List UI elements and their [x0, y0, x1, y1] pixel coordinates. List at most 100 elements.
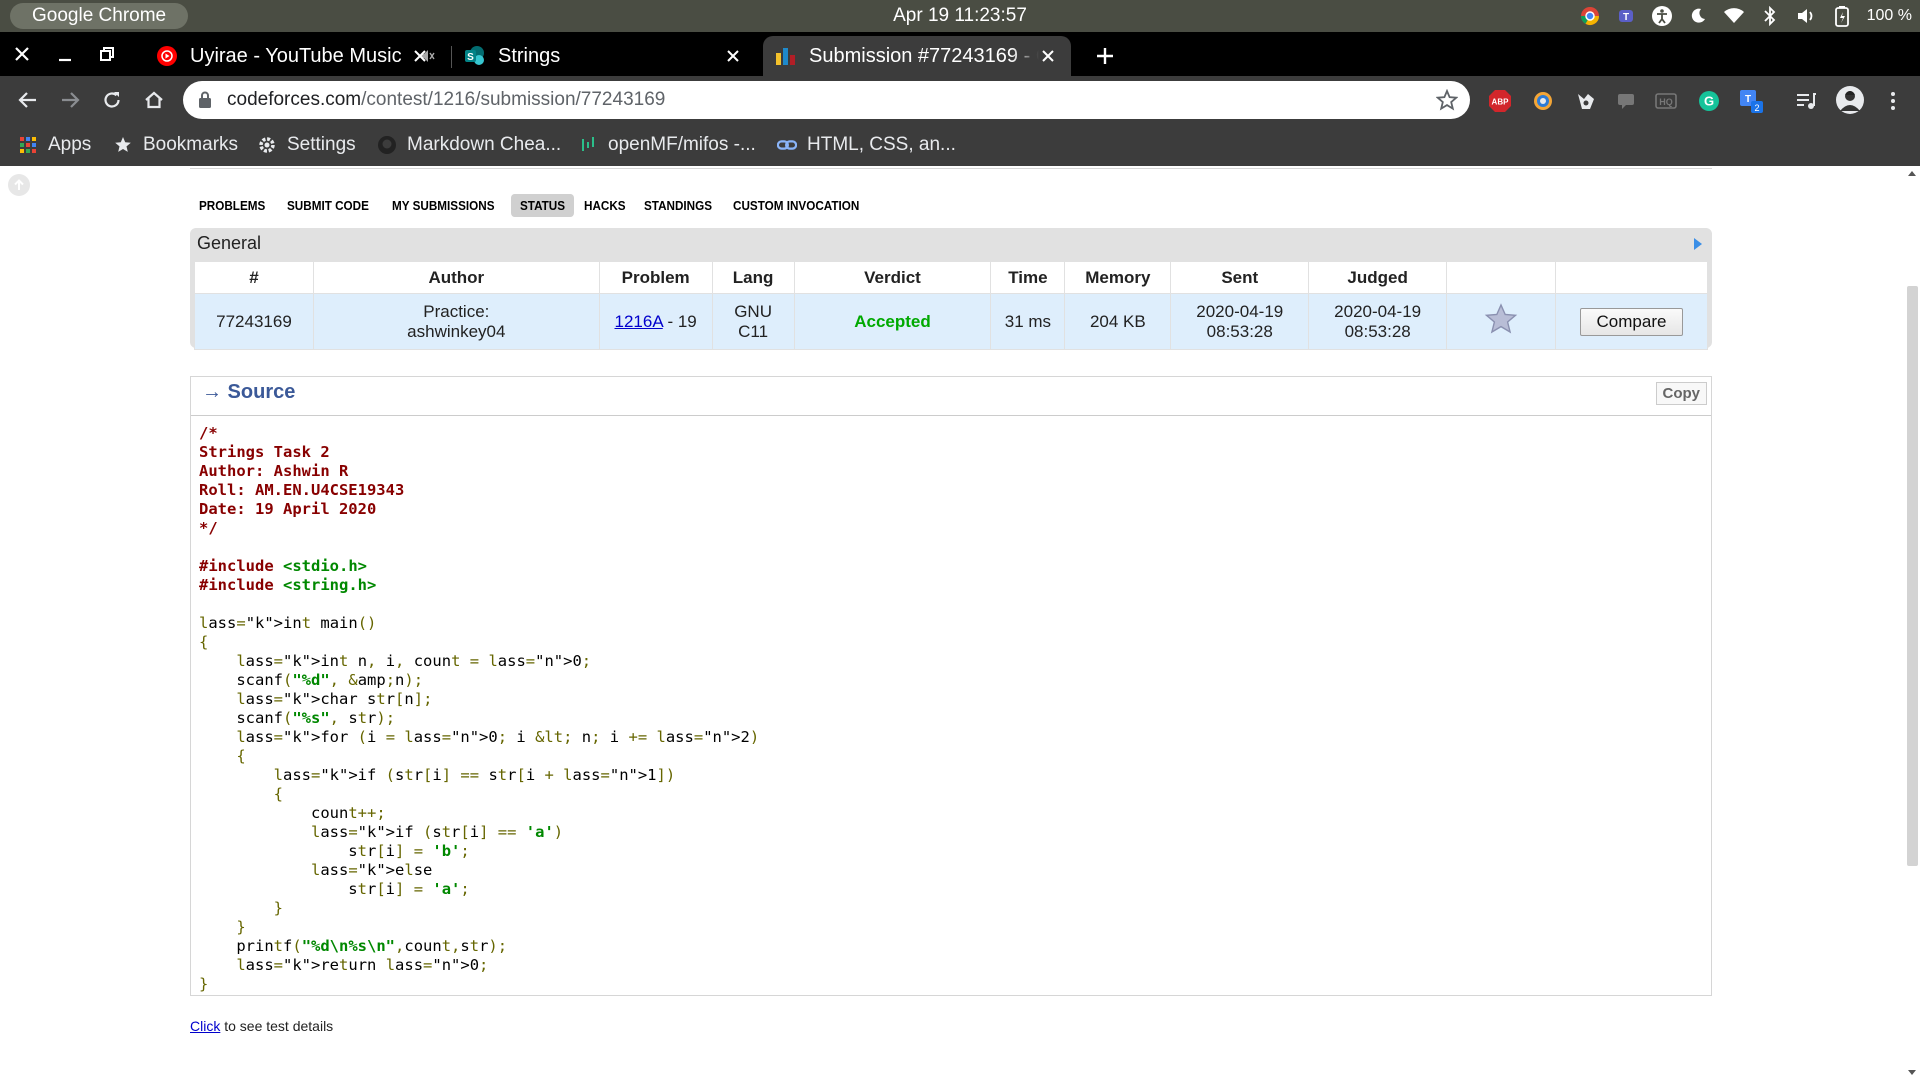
test-details-link[interactable]: Click	[190, 1018, 220, 1034]
code-line: Strings Task 2	[199, 443, 330, 461]
extension-globe-icon[interactable]	[1530, 88, 1556, 114]
reload-button[interactable]	[94, 82, 130, 118]
new-tab-button[interactable]	[1085, 36, 1125, 76]
chrome-menu-button[interactable]	[1880, 88, 1906, 114]
extension-fox-icon[interactable]	[1573, 88, 1599, 114]
tab-close-button[interactable]	[409, 45, 431, 67]
profile-avatar[interactable]	[1835, 85, 1865, 115]
column-header: Time	[990, 261, 1066, 294]
back-button[interactable]	[10, 82, 46, 118]
bookmark-html-css[interactable]: HTML, CSS, an...	[777, 124, 956, 166]
code-line: str[i] = 'a';	[199, 880, 470, 898]
column-header: Memory	[1064, 261, 1172, 294]
wifi-icon[interactable]	[1723, 5, 1745, 27]
url-text[interactable]: codeforces.com/contest/1216/submission/7…	[227, 81, 665, 119]
arrow-left-icon	[18, 92, 36, 108]
tab-submission[interactable]: Submission #77243169 - C	[763, 36, 1071, 76]
lang-line-2: C11	[738, 321, 769, 341]
contest-menu: PROBLEMS SUBMIT CODE MY SUBMISSIONS STAT…	[190, 192, 879, 218]
svg-text:ABP: ABP	[1492, 98, 1510, 107]
forward-button[interactable]	[52, 82, 88, 118]
tab-title: Submission #77243169 - C	[809, 44, 1039, 67]
code-line: /*	[199, 424, 218, 442]
source-title[interactable]: → Source	[202, 381, 295, 404]
problem-link[interactable]: 1216A	[615, 312, 663, 331]
bookmark-apps[interactable]: Apps	[18, 124, 91, 166]
back-to-top-button[interactable]	[8, 174, 30, 196]
lang-line-1: GNU	[734, 301, 772, 321]
compare-cell: Compare	[1555, 293, 1708, 350]
compare-button[interactable]: Compare	[1579, 307, 1684, 336]
source-code: /* Strings Task 2 Author: Ashwin R Roll: AM…	[199, 424, 1703, 994]
scrollbar-thumb[interactable]	[1907, 286, 1918, 866]
extension-chat-icon[interactable]	[1613, 88, 1639, 114]
bluetooth-icon[interactable]	[1759, 5, 1781, 27]
menu-problems[interactable]: PROBLEMS	[190, 194, 274, 217]
problem-suffix: - 19	[662, 311, 697, 331]
bookmark-star-button[interactable]	[1435, 88, 1459, 116]
bookmark-label: Settings	[287, 134, 356, 155]
bookmark-settings[interactable]: Settings	[257, 124, 356, 166]
gear-icon	[257, 135, 277, 155]
tab-close-button[interactable]	[722, 45, 744, 67]
chrome-tray-icon[interactable]	[1579, 5, 1601, 27]
sent-date: 2020-04-19	[1196, 301, 1284, 321]
browser-toolbar: codeforces.com/contest/1216/submission/7…	[0, 76, 1920, 124]
submission-time: 31 ms	[990, 293, 1066, 350]
column-header	[1555, 261, 1708, 294]
home-button[interactable]	[136, 82, 172, 118]
menu-status[interactable]: STATUS	[510, 193, 574, 217]
column-header: #	[194, 261, 314, 294]
copy-button[interactable]: Copy	[1655, 382, 1707, 405]
close-window-button[interactable]	[5, 32, 39, 76]
menu-submit-code[interactable]: SUBMIT CODE	[278, 194, 378, 217]
url-path: /contest/1216/submission/77243169	[361, 89, 666, 110]
battery-icon[interactable]	[1831, 5, 1853, 27]
tab-close-button[interactable]	[1037, 45, 1059, 67]
svg-text:T: T	[1745, 94, 1751, 105]
battery-percent: 100 %	[1866, 7, 1912, 24]
menu-standings[interactable]: STANDINGS	[635, 194, 721, 217]
restore-window-button[interactable]	[90, 32, 124, 76]
grammarly-icon[interactable]: G	[1696, 88, 1722, 114]
submission-general-panel: General # Author Problem Lang Verdict Ti…	[190, 228, 1712, 350]
media-controls-icon[interactable]	[1793, 88, 1819, 114]
bookmark-markdown[interactable]: Markdown Chea...	[377, 124, 561, 166]
teams-tray-icon[interactable]: T	[1615, 5, 1637, 27]
menu-custom-invocation[interactable]: CUSTOM INVOCATION	[724, 194, 868, 217]
link-icon	[777, 135, 797, 155]
menu-my-submissions[interactable]: MY SUBMISSIONS	[383, 194, 504, 217]
sent-time: 08:53:28	[1206, 321, 1273, 341]
extension-translate-icon[interactable]: T2	[1739, 88, 1765, 114]
code-line: {	[273, 785, 283, 803]
accessibility-icon[interactable]	[1651, 5, 1673, 27]
bookmark-bookmarks[interactable]: Bookmarks	[113, 124, 238, 166]
adblock-plus-icon[interactable]: ABP	[1487, 88, 1513, 114]
submission-memory: 204 KB	[1064, 293, 1172, 350]
page-scrollbar[interactable]	[1904, 166, 1920, 1080]
star-icon	[113, 135, 133, 155]
submission-problem: 1216A - 19	[598, 293, 713, 350]
bookmark-label: Markdown Chea...	[407, 134, 562, 155]
extension-hq-icon[interactable]: HQ	[1653, 88, 1679, 114]
tab-youtube-music[interactable]: Uyirae - YouTube Music	[148, 36, 443, 76]
volume-icon[interactable]	[1795, 5, 1817, 27]
bookmark-mifos[interactable]: openMF/mifos -...	[578, 124, 756, 166]
favourite-star-icon[interactable]	[1484, 303, 1518, 340]
code-line: lass="k">int n, i, count = lass="n">0;	[236, 652, 592, 670]
lock-icon[interactable]	[197, 90, 213, 115]
source-code-area[interactable]: /* Strings Task 2 Author: Ashwin R Roll: AM…	[191, 415, 1711, 995]
night-light-icon[interactable]	[1687, 5, 1709, 27]
svg-text:G: G	[1704, 94, 1714, 109]
home-icon	[145, 91, 163, 109]
address-bar[interactable]: codeforces.com/contest/1216/submission/7…	[183, 81, 1470, 119]
menu-hacks[interactable]: HACKS	[575, 194, 635, 217]
os-top-bar: Google Chrome Apr 19 11:23:57 T 100 %	[0, 0, 1920, 32]
expand-arrow-icon[interactable]	[1693, 237, 1703, 256]
minimize-window-button[interactable]	[48, 32, 82, 76]
source-panel: → Source Copy /* Strings Task 2 Author: As…	[190, 376, 1712, 996]
code-line: str[i] = 'b';	[199, 842, 470, 860]
bars-icon	[578, 135, 598, 155]
tab-strings[interactable]: S Strings	[456, 36, 756, 76]
judged-date: 2020-04-19	[1334, 301, 1422, 321]
